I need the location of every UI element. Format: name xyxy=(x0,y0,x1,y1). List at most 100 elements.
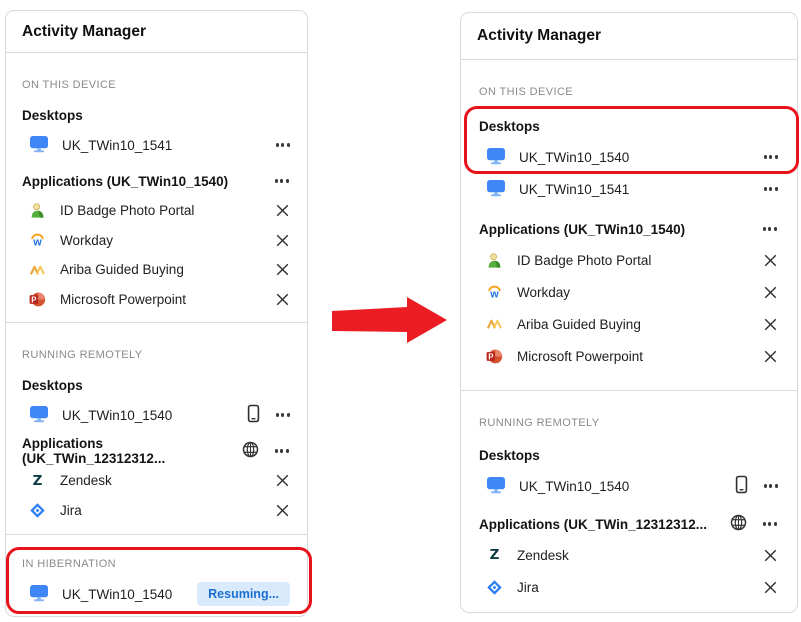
desktop-row[interactable]: UK_TWin10_1541 xyxy=(22,130,291,160)
desktop-row[interactable]: UK_TWin10_1540 xyxy=(479,470,779,502)
jira-icon xyxy=(486,579,503,596)
monitor-icon xyxy=(486,147,519,168)
applications-group-label: Applications (UK_TWin10_1540) xyxy=(479,222,685,237)
divider xyxy=(6,322,307,323)
globe-icon xyxy=(730,514,747,534)
app-row[interactable]: w Workday xyxy=(22,226,291,256)
section-in-hibernation: IN HIBERNATION xyxy=(22,557,291,571)
app-name: Ariba Guided Buying xyxy=(517,317,641,332)
panel-body: ON THIS DEVICE Desktops UK_TWin10_1540 U… xyxy=(461,85,797,603)
more-options-button[interactable] xyxy=(763,225,777,232)
app-name: ID Badge Photo Portal xyxy=(517,253,651,268)
more-options-button[interactable] xyxy=(763,520,777,527)
app-row[interactable]: Jira xyxy=(479,571,779,603)
applications-group-label: Applications (UK_TWin10_1540) xyxy=(22,174,228,189)
desktops-group-label: Desktops xyxy=(479,119,540,134)
desktop-name: UK_TWin10_1540 xyxy=(62,587,172,602)
monitor-icon xyxy=(29,405,62,426)
app-name: Zendesk xyxy=(517,548,569,563)
close-icon[interactable] xyxy=(275,262,290,277)
workday-icon: w xyxy=(486,284,503,301)
section-on-this-device: ON THIS DEVICE xyxy=(22,78,291,92)
monitor-icon xyxy=(486,476,519,497)
status-badge: Resuming... xyxy=(197,582,290,606)
desktops-group-label: Desktops xyxy=(22,378,83,393)
applications-group-label: Applications (UK_TWin_12312312... xyxy=(479,517,707,532)
close-icon[interactable] xyxy=(275,203,290,218)
close-icon[interactable] xyxy=(763,349,778,364)
app-row[interactable]: w Workday xyxy=(479,276,779,308)
id-badge-icon xyxy=(29,202,46,219)
section-running-remotely: RUNNING REMOTELY xyxy=(479,416,779,430)
close-icon[interactable] xyxy=(275,292,290,307)
close-icon[interactable] xyxy=(763,253,778,268)
desktops-group-header: Desktops xyxy=(22,100,291,130)
more-options-button[interactable] xyxy=(276,411,290,418)
hibernating-desktop-row[interactable]: UK_TWin10_1540 Resuming... xyxy=(22,579,291,609)
app-name: Microsoft Powerpoint xyxy=(60,292,186,307)
mobile-phone-icon xyxy=(247,404,260,426)
comparison-canvas: Activity Manager ON THIS DEVICE Desktops… xyxy=(0,0,801,622)
desktop-row[interactable]: UK_TWin10_1540 xyxy=(479,141,779,173)
svg-text:w: w xyxy=(489,289,499,301)
more-options-button[interactable] xyxy=(275,447,289,454)
svg-text:P: P xyxy=(31,295,36,304)
more-options-button[interactable] xyxy=(275,177,289,184)
svg-text:P: P xyxy=(488,352,493,361)
close-icon[interactable] xyxy=(275,473,290,488)
divider xyxy=(6,534,307,535)
close-icon[interactable] xyxy=(763,317,778,332)
section-on-this-device: ON THIS DEVICE xyxy=(479,85,779,99)
desktop-name: UK_TWin10_1540 xyxy=(519,479,629,494)
app-row[interactable]: Z Zendesk xyxy=(479,539,779,571)
app-name: Ariba Guided Buying xyxy=(60,262,184,277)
app-row[interactable]: Ariba Guided Buying xyxy=(22,255,291,285)
more-options-button[interactable] xyxy=(276,141,290,148)
applications-group-header: Applications (UK_TWin_12312312... xyxy=(479,509,779,539)
app-name: Zendesk xyxy=(60,473,112,488)
app-row[interactable]: P Microsoft Powerpoint xyxy=(479,340,779,372)
globe-icon xyxy=(242,441,259,461)
desktop-row[interactable]: UK_TWin10_1540 xyxy=(22,400,291,430)
desktops-group-header: Desktops xyxy=(22,370,291,400)
app-row[interactable]: Jira xyxy=(22,496,291,526)
applications-group-header: Applications (UK_TWin10_1540) xyxy=(22,166,291,196)
app-name: Workday xyxy=(60,233,113,248)
panel-title: Activity Manager xyxy=(461,13,797,60)
app-row[interactable]: ID Badge Photo Portal xyxy=(479,244,779,276)
app-name: Jira xyxy=(60,503,82,518)
close-icon[interactable] xyxy=(763,548,778,563)
close-icon[interactable] xyxy=(275,233,290,248)
divider xyxy=(461,390,797,391)
panel-title: Activity Manager xyxy=(6,11,307,53)
powerpoint-icon: P xyxy=(486,348,503,365)
workday-icon: w xyxy=(29,232,46,249)
more-options-button[interactable] xyxy=(764,153,778,160)
monitor-icon xyxy=(29,135,62,156)
zendesk-icon: Z xyxy=(29,472,46,489)
desktop-name: UK_TWin10_1540 xyxy=(519,150,629,165)
activity-manager-panel-after: Activity Manager ON THIS DEVICE Desktops… xyxy=(460,12,798,613)
more-options-button[interactable] xyxy=(764,185,778,192)
app-row[interactable]: P Microsoft Powerpoint xyxy=(22,285,291,315)
desktop-row[interactable]: UK_TWin10_1541 xyxy=(479,173,779,205)
panel-body: ON THIS DEVICE Desktops UK_TWin10_1541 A… xyxy=(6,78,307,609)
section-running-remotely: RUNNING REMOTELY xyxy=(22,348,291,362)
ariba-icon xyxy=(29,261,46,278)
desktops-group-label: Desktops xyxy=(479,448,540,463)
desktop-name: UK_TWin10_1540 xyxy=(62,408,172,423)
desktop-name: UK_TWin10_1541 xyxy=(519,182,629,197)
app-row[interactable]: Ariba Guided Buying xyxy=(479,308,779,340)
close-icon[interactable] xyxy=(763,285,778,300)
applications-group-label: Applications (UK_TWin_12312312... xyxy=(22,436,242,466)
powerpoint-icon: P xyxy=(29,291,46,308)
desktop-name: UK_TWin10_1541 xyxy=(62,138,172,153)
app-row[interactable]: Z Zendesk xyxy=(22,466,291,496)
more-options-button[interactable] xyxy=(764,482,778,489)
zendesk-icon: Z xyxy=(486,547,503,564)
desktops-group-header: Desktops xyxy=(479,440,779,470)
app-row[interactable]: ID Badge Photo Portal xyxy=(22,196,291,226)
close-icon[interactable] xyxy=(763,580,778,595)
close-icon[interactable] xyxy=(275,503,290,518)
app-name: Jira xyxy=(517,580,539,595)
